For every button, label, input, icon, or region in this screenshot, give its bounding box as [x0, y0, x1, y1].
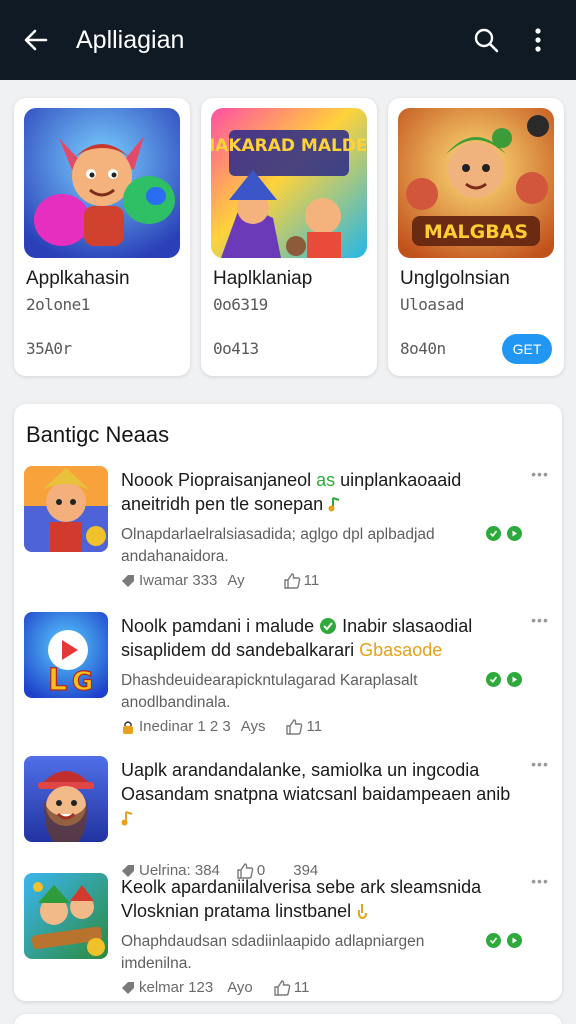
news-description: Ohaphdaudsan sdadiinlaapido adlapniargen…	[121, 933, 425, 972]
news-headline: Uaplk arandandalanke, samiolka un ingcod…	[121, 758, 521, 830]
more-options-button[interactable]: •••	[528, 466, 552, 482]
news-item[interactable]: Keolk apardaniilalverisa sebe ark sleams…	[14, 873, 562, 1003]
section-title: Bantigc Neaas	[26, 422, 170, 447]
news-description: Dhashdeuidearapickntulagarad Karaplasalt…	[121, 672, 418, 711]
news-headline: Noolk pamdani i malude Inabir slasaodial…	[121, 616, 473, 660]
game-character-art	[24, 108, 180, 258]
app-subtitle: 2olone1	[26, 295, 90, 314]
game-logo-art: L G	[24, 612, 108, 698]
featured-app-card[interactable]: MALGBAS Unglgolnsian Uloasad 8o40n GET	[388, 98, 564, 376]
lock-icon	[123, 720, 133, 734]
app-download-count: 0o413	[213, 339, 259, 358]
news-thumbnail	[24, 756, 108, 842]
thumbs-up-icon	[286, 718, 303, 735]
like-button[interactable]: 11	[273, 979, 309, 996]
thumbs-up-icon	[283, 572, 300, 589]
featured-app-card[interactable]: MAKARAD MALDES Haplklaniap 0o6319 0o413	[201, 98, 377, 376]
art-banner-text: MAKARAD MALDES	[211, 136, 367, 156]
like-button[interactable]: 11	[285, 718, 322, 735]
page-title: Aplliagian	[76, 25, 185, 54]
app-download-count: 8o40n	[400, 339, 446, 358]
news-description: Olnapdarlaelralsiasadida; aglgo dpl aplb…	[121, 526, 435, 565]
back-button[interactable]	[16, 20, 56, 60]
game-character-art: MAKARAD MALDES	[211, 108, 367, 258]
music-note-icon	[121, 811, 133, 826]
news-headline: Keolk apardaniilalverisa sebe ark sleams…	[121, 877, 482, 921]
search-icon	[474, 28, 499, 53]
views-count: Inedinar 1 2 3	[121, 718, 231, 735]
app-name: Haplklaniap	[213, 268, 313, 289]
news-thumbnail: L G	[24, 612, 108, 698]
app-subtitle: 0o6319	[213, 295, 268, 314]
app-thumbnail	[24, 108, 180, 258]
more-options-button[interactable]: •••	[528, 756, 552, 772]
svg-text:L: L	[48, 663, 67, 698]
views-count: kelmar 123	[121, 979, 213, 996]
game-character-art	[24, 873, 108, 959]
play-icon	[507, 933, 522, 948]
app-name: Applkahasin	[26, 268, 130, 289]
reaction-badges	[486, 672, 522, 687]
get-button[interactable]: GET	[502, 334, 552, 364]
news-meta: kelmar 123 Ayo 11	[121, 979, 309, 996]
news-item[interactable]: Uaplk arandandalanke, samiolka un ingcod…	[14, 756, 562, 886]
more-options-button[interactable]: •••	[528, 873, 552, 889]
game-character-art	[24, 756, 108, 842]
art-banner-text: MALGBAS	[424, 221, 528, 243]
app-thumbnail: MALGBAS	[398, 108, 554, 258]
app-download-count: 35A0r	[26, 339, 72, 358]
thumbs-up-icon	[274, 979, 291, 996]
svg-text:G: G	[72, 667, 93, 697]
hand-icon	[357, 904, 368, 920]
arrow-left-icon	[24, 29, 48, 51]
news-item[interactable]: Noook Piopraisanjaneol as uinplankaoaaid…	[14, 466, 562, 596]
play-icon	[507, 526, 522, 541]
news-headline: Noook Piopraisanjaneol as uinplankaoaaid…	[121, 470, 462, 514]
check-icon	[486, 933, 501, 948]
game-character-art: MALGBAS	[398, 108, 554, 258]
time-ago: Ays	[240, 718, 266, 735]
featured-apps-row: Applkahasin 2olone1 35A0r MAKARAD MALDES	[14, 98, 564, 376]
overflow-menu-button[interactable]	[516, 18, 560, 62]
more-options-button[interactable]: •••	[528, 612, 552, 628]
news-thumbnail	[24, 873, 108, 959]
news-meta: Inedinar 1 2 3 Ays 11	[121, 718, 322, 735]
app-name: Unglgolnsian	[400, 268, 510, 289]
app-subtitle: Uloasad	[400, 295, 464, 314]
more-vertical-icon	[535, 28, 541, 52]
news-item[interactable]: L G Noolk pamdani i malude Inabir slasao…	[14, 612, 562, 742]
news-meta: Iwamar 333 Ay 11	[121, 572, 319, 589]
app-bar: Aplliagian	[0, 0, 576, 80]
news-section: Bantigc Neaas Noook Piopraisanjaneol as …	[14, 404, 562, 1001]
search-button[interactable]	[464, 18, 508, 62]
tag-icon	[122, 574, 134, 587]
game-character-art	[24, 466, 108, 552]
tag-icon	[122, 981, 134, 994]
check-icon	[486, 526, 501, 541]
app-thumbnail: MAKARAD MALDES	[211, 108, 367, 258]
next-section-card	[14, 1014, 562, 1024]
like-button[interactable]: 11	[283, 572, 319, 589]
verified-badge-icon	[320, 618, 337, 634]
views-count: Iwamar 333	[121, 572, 217, 589]
play-icon	[507, 672, 522, 687]
featured-app-card[interactable]: Applkahasin 2olone1 35A0r	[14, 98, 190, 376]
time-ago: Ay	[227, 572, 245, 589]
check-icon	[486, 672, 501, 687]
news-thumbnail	[24, 466, 108, 552]
reaction-badges	[486, 526, 522, 541]
music-note-icon	[328, 497, 340, 512]
time-ago: Ayo	[227, 979, 253, 996]
reaction-badges	[486, 933, 522, 948]
